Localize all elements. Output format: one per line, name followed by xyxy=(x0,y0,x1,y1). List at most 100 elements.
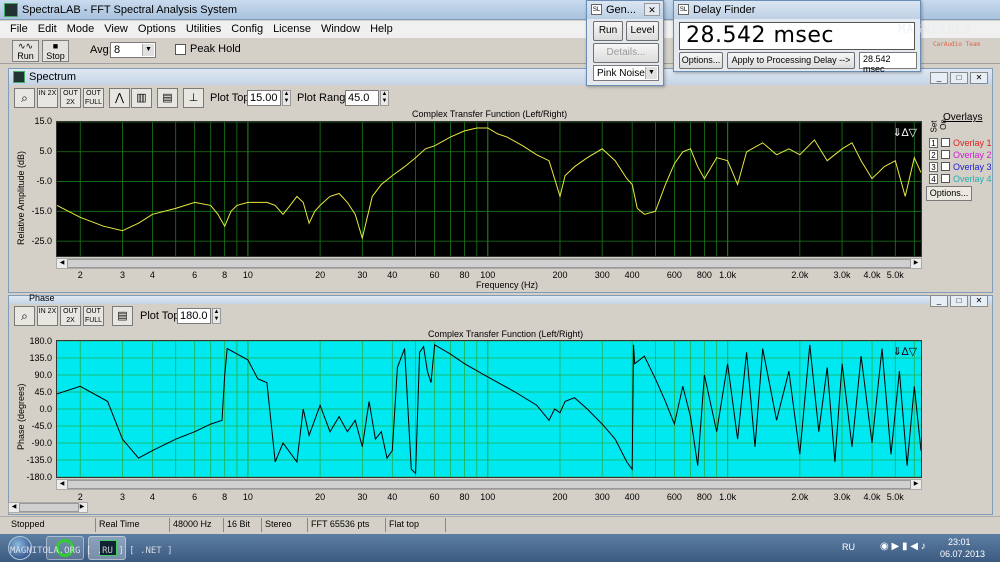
plot-top-spinner[interactable]: ▲ ▼ xyxy=(282,90,291,106)
x-tick: 400 xyxy=(624,492,640,502)
tray-icons[interactable]: ◉ ▶ ▮ ◀ ♪ xyxy=(880,541,926,552)
scroll-right-icon[interactable]: ▶ xyxy=(911,480,921,489)
y-tick: -25.0 xyxy=(31,236,52,246)
phase-zoom-out-2x-button[interactable]: OUT 2X xyxy=(60,306,81,326)
minimize-icon[interactable]: _ xyxy=(930,72,948,84)
scroll-right-icon[interactable]: ▶ xyxy=(911,259,921,268)
x-tick: 3.0k xyxy=(833,492,851,502)
run-button[interactable]: ∿∿ Run xyxy=(12,40,39,62)
cursor-button[interactable]: ⊥ xyxy=(183,88,204,108)
x-tick: 800 xyxy=(696,270,712,280)
overlay-set-button[interactable]: 2 xyxy=(929,150,938,160)
scroll-thumb[interactable] xyxy=(67,259,911,268)
zoom-in-2x-button[interactable]: IN 2X xyxy=(37,88,58,108)
status-bar: Stopped Real Time 48000 Hz 16 Bit Stereo… xyxy=(0,516,1000,532)
phase-pane-titlebar[interactable]: Phase _ □ ✕ xyxy=(9,293,992,307)
table-button[interactable]: ▤ xyxy=(157,88,178,108)
scroll-right-icon[interactable]: ▶ xyxy=(77,503,87,512)
scroll-left-icon[interactable]: ◀ xyxy=(9,503,19,512)
zoom-out-full-button[interactable]: OUT FULL xyxy=(83,88,104,108)
spectrum-x-axis-label: Frequency (Hz) xyxy=(476,280,539,290)
overlay-checkbox[interactable] xyxy=(941,174,950,183)
scroll-left-icon[interactable]: ◀ xyxy=(57,480,67,489)
menu-edit[interactable]: Edit xyxy=(33,21,62,37)
scroll-thumb[interactable] xyxy=(67,480,911,489)
minimize-icon[interactable]: _ xyxy=(930,295,948,307)
y-tick: -15.0 xyxy=(31,206,52,216)
y-tick: -90.0 xyxy=(31,438,52,448)
language-indicator[interactable]: RU xyxy=(842,542,855,552)
menu-config[interactable]: Config xyxy=(226,21,268,37)
menu-options[interactable]: Options xyxy=(133,21,181,37)
phase-plot-top-input[interactable]: 180.0 xyxy=(177,308,211,324)
clock-time[interactable]: 23:01 xyxy=(948,537,971,547)
phase-table-button[interactable]: ▤ xyxy=(112,306,133,326)
phase-zoom-button[interactable]: ⌕ xyxy=(14,306,35,326)
graph-options-icon[interactable]: ⇓∆▽ xyxy=(893,345,917,358)
scroll-thumb[interactable] xyxy=(19,503,79,512)
avg-value: 8 xyxy=(114,44,121,56)
spectrum-plot[interactable]: ⇓∆▽ xyxy=(56,121,922,257)
x-tick: 2 xyxy=(77,492,83,502)
x-tick: 10 xyxy=(242,270,253,280)
plot-top-input[interactable]: 15.00 xyxy=(247,90,281,106)
generator-details-button[interactable]: Details... xyxy=(593,43,659,63)
menu-utilities[interactable]: Utilities xyxy=(181,21,226,37)
close-icon[interactable]: ✕ xyxy=(970,72,988,84)
maximize-icon[interactable]: □ xyxy=(950,295,968,307)
maximize-icon[interactable]: □ xyxy=(950,72,968,84)
menu-license[interactable]: License xyxy=(268,21,316,37)
stop-button[interactable]: ■ Stop xyxy=(42,40,69,62)
close-icon[interactable]: ✕ xyxy=(970,295,988,307)
generator-signal-select[interactable]: Pink Noise ▼ xyxy=(593,65,659,81)
spectrum-h-scrollbar[interactable]: ◀ ▶ xyxy=(56,258,922,269)
menu-window[interactable]: Window xyxy=(316,21,365,37)
generator-level-button[interactable]: Level xyxy=(626,21,659,41)
delay-finder-titlebar[interactable]: SL Delay Finder xyxy=(674,1,920,19)
menu-file[interactable]: File xyxy=(5,21,33,37)
peak-hold-checkbox[interactable] xyxy=(175,44,186,55)
zoom-button[interactable]: ⌕ xyxy=(14,88,35,108)
overlay-set-button[interactable]: 4 xyxy=(929,174,938,184)
overlays-options-button[interactable]: Options... xyxy=(926,186,972,201)
overlay-checkbox[interactable] xyxy=(941,138,950,147)
overlay-checkbox[interactable] xyxy=(941,162,950,171)
pane-h-scrollbar[interactable]: ◀ ▶ xyxy=(8,502,88,513)
avg-select[interactable]: 8 ▼ xyxy=(110,42,156,58)
graph-options-icon[interactable]: ⇓∆▽ xyxy=(893,126,917,139)
menu-view[interactable]: View xyxy=(99,21,133,37)
generator-titlebar[interactable]: SL Gen... ✕ xyxy=(587,1,663,19)
scroll-left-icon[interactable]: ◀ xyxy=(57,259,67,268)
apply-to-delay-button[interactable]: Apply to Processing Delay --> xyxy=(727,52,855,69)
bar-display-button[interactable]: ▥ xyxy=(131,88,152,108)
x-tick: 8 xyxy=(222,270,228,280)
overlay-set-button[interactable]: 3 xyxy=(929,162,938,172)
generator-run-button[interactable]: Run xyxy=(593,21,623,41)
plot-range-input[interactable]: 45.0 xyxy=(345,90,379,106)
spectrum-window-buttons: _ □ ✕ xyxy=(928,71,988,84)
delay-options-button[interactable]: Options... xyxy=(679,52,723,69)
zoom-out-2x-button[interactable]: OUT 2X xyxy=(60,88,81,108)
generator-signal-value: Pink Noise xyxy=(597,68,645,79)
bars-icon: ▥ xyxy=(136,92,147,104)
phase-zoom-out-full-button[interactable]: OUT FULL xyxy=(83,306,104,326)
overlay-checkbox[interactable] xyxy=(941,150,950,159)
clock-date[interactable]: 06.07.2013 xyxy=(940,549,985,559)
plot-range-spinner[interactable]: ▲ ▼ xyxy=(380,90,389,106)
phase-plot-top-spinner[interactable]: ▲ ▼ xyxy=(212,308,221,324)
phase-plot[interactable]: ⇓∆▽ xyxy=(56,340,922,478)
menu-mode[interactable]: Mode xyxy=(62,21,100,37)
delay-value-field[interactable]: 28.542 msec xyxy=(859,52,917,74)
peak-marker-button[interactable]: ⋀ xyxy=(109,88,130,108)
delay-finder-dialog: SL Delay Finder 28.542 msec Options... A… xyxy=(673,0,921,74)
x-tick: 2.0k xyxy=(791,492,809,502)
close-icon[interactable]: ✕ xyxy=(644,3,660,16)
x-tick: 60 xyxy=(429,492,440,502)
phase-zoom-in-2x-button[interactable]: IN 2X xyxy=(37,306,58,326)
phase-h-scrollbar[interactable]: ◀ ▶ xyxy=(56,479,922,490)
y-tick: -45.0 xyxy=(31,421,52,431)
peak-hold-label: Peak Hold xyxy=(190,43,241,55)
menu-help[interactable]: Help xyxy=(365,21,398,37)
overlay-label: Overlay 2 xyxy=(953,150,992,160)
overlay-set-button[interactable]: 1 xyxy=(929,138,938,148)
